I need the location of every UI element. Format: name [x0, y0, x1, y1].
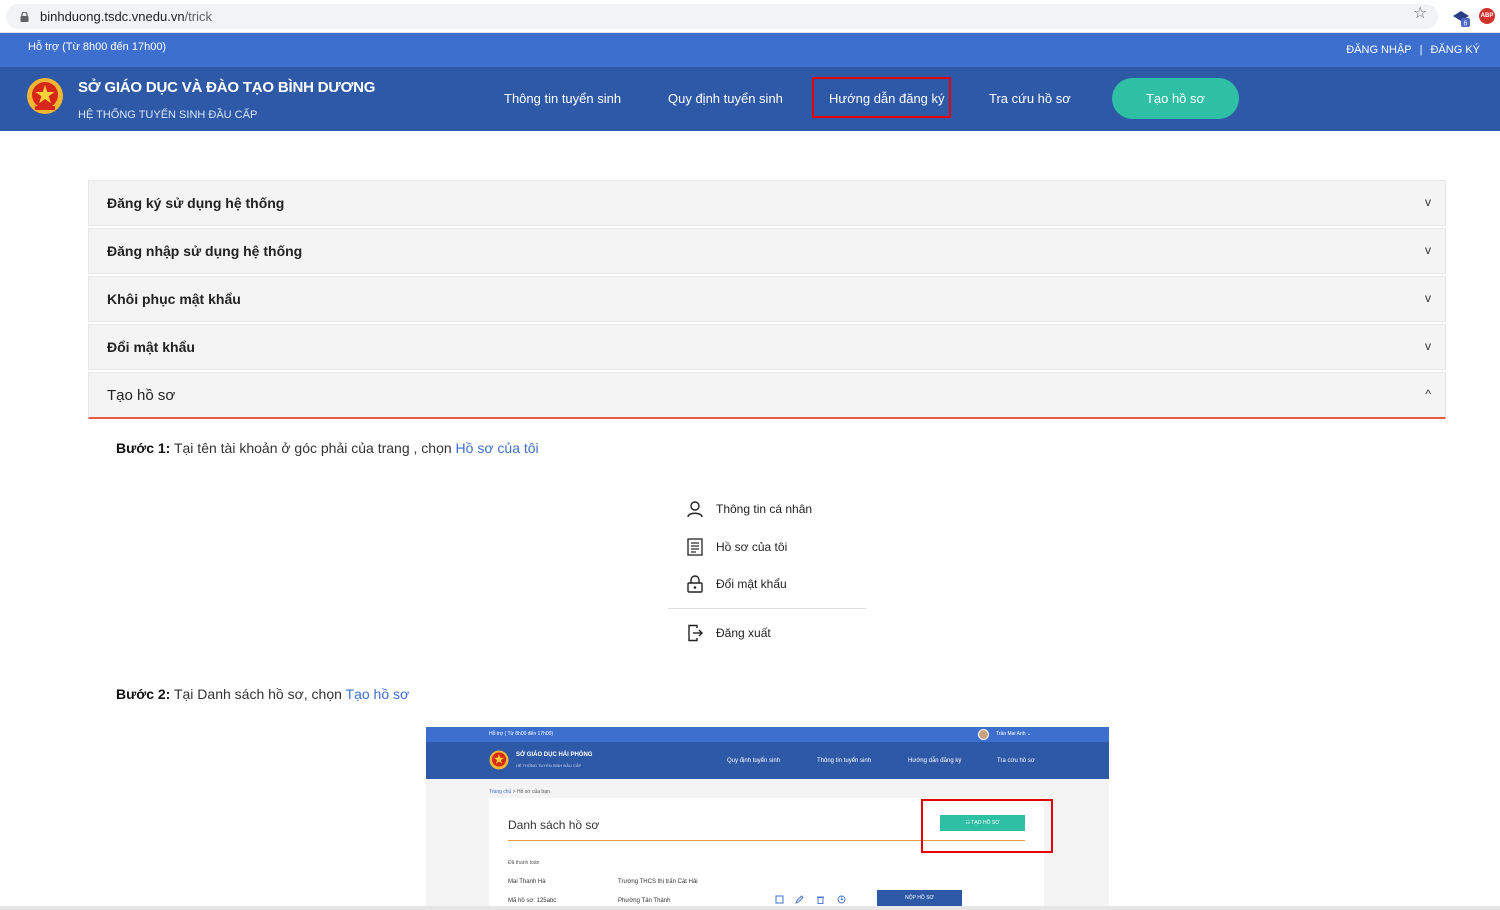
- menu-label: Thông tin cá nhân: [716, 502, 813, 516]
- trash-icon: [817, 896, 824, 904]
- embedded-student-name: Mai Thanh Hà: [508, 879, 546, 885]
- history-icon: [837, 895, 846, 904]
- nav-admission-info[interactable]: Thông tin tuyển sinh: [504, 91, 621, 106]
- avatar: [978, 729, 989, 740]
- step-1-text: Tại tên tài khoản ở góc phải của trang ,…: [170, 440, 456, 456]
- step-2-text: Tại Danh sách hồ sơ, chọn: [170, 686, 346, 702]
- logout-icon: [688, 624, 703, 642]
- breadcrumb-current: Hồ sơ của bạn: [517, 789, 550, 795]
- url-path: /trick: [184, 9, 213, 24]
- chevron-down-icon: v: [1425, 339, 1431, 353]
- accordion-title: Khôi phục mật khẩu: [107, 291, 241, 307]
- scan-icon: [775, 895, 784, 904]
- auth-separator: |: [1419, 44, 1423, 56]
- support-bar: Hỗ trợ (Từ 8h00 đến 17h00) ĐĂNG NHẬP | ĐĂN…: [0, 33, 1500, 67]
- accordion-title: Đổi mật khẩu: [107, 339, 195, 355]
- lock-icon: [20, 12, 29, 22]
- chevron-down-icon: v: [1425, 243, 1431, 257]
- user-icon: [687, 501, 703, 518]
- auth-links: ĐĂNG NHẬP | ĐĂNG KÝ: [1346, 44, 1480, 56]
- breadcrumb: Trang chủ > Hồ sơ của bạn: [489, 789, 550, 795]
- accordion-login[interactable]: Đăng nhập sử dụng hệ thống v: [88, 228, 1446, 274]
- scrollbar-track[interactable]: [0, 906, 1500, 910]
- chevron-down-icon: v: [1425, 291, 1431, 305]
- system-name: HỆ THỐNG TUYỂN SINH ĐẦU CẤP: [78, 109, 258, 121]
- browser-toolbar: binhduong.tsdc.vnedu.vn/trick ☆ 6 ABP: [0, 0, 1500, 33]
- site-header: SỞ GIÁO DỤC VÀ ĐÀO TẠO BÌNH DƯƠNG HỆ THỐ…: [0, 67, 1500, 131]
- menu-label: Đăng xuất: [716, 626, 771, 640]
- support-hours: Hỗ trợ (Từ 8h00 đến 17h00): [28, 41, 167, 53]
- accordion-register[interactable]: Đăng ký sử dụng hệ thống v: [88, 180, 1446, 226]
- step-1: Bước 1: Tại tên tài khoản ở góc phải của…: [116, 440, 539, 456]
- embedded-school: Trường THCS thị trấn Cát Hải: [618, 879, 698, 885]
- login-link[interactable]: ĐĂNG NHẬP: [1346, 44, 1411, 56]
- create-profile-link[interactable]: Tạo hồ sơ: [346, 686, 410, 702]
- my-profile-link[interactable]: Hồ sơ của tôi: [456, 440, 539, 456]
- step-2-label: Bước 2:: [116, 686, 171, 702]
- menu-divider: [668, 608, 866, 609]
- chevron-up-icon: ^: [1425, 387, 1431, 401]
- embedded-submit-button: NỘP HỒ SƠ: [877, 890, 962, 906]
- nav-registration-guide[interactable]: Hướng dẫn đăng ký: [829, 91, 945, 106]
- breadcrumb-home: Trang chủ: [489, 789, 512, 795]
- url-host: binhduong.tsdc.vnedu.vn: [40, 9, 185, 24]
- national-emblem-icon: [489, 750, 509, 770]
- url-text: binhduong.tsdc.vnedu.vn/trick: [40, 9, 212, 24]
- embedded-ward: Phường Tân Thành: [618, 898, 671, 904]
- accordion-recover-password[interactable]: Khôi phục mật khẩu v: [88, 276, 1446, 322]
- menu-label: Đổi mật khẩu: [716, 577, 787, 591]
- menu-label: Hồ sơ của tôi: [716, 540, 788, 554]
- embedded-header: SỞ GIÁO DỤC HẢI PHÒNG HỆ THỐNG TUYỂN SIN…: [426, 742, 1109, 779]
- step-1-label: Bước 1:: [116, 440, 171, 456]
- embedded-nav-item: Hướng dẫn đăng ký: [908, 758, 962, 764]
- bookmark-star-icon[interactable]: ☆: [1413, 3, 1427, 23]
- accordion-title: Tạo hồ sơ: [107, 387, 176, 404]
- document-list-icon: [687, 538, 703, 556]
- create-profile-button[interactable]: Tạo hồ sơ: [1112, 78, 1239, 119]
- highlight-box: [921, 799, 1053, 853]
- extension-icon[interactable]: 6: [1451, 8, 1471, 28]
- embedded-nav-item: Tra cứu hồ sơ: [997, 758, 1035, 764]
- adblock-icon[interactable]: ABP: [1479, 8, 1495, 24]
- embedded-status: Đã thanh toán: [508, 860, 540, 866]
- embedded-list-title: Danh sách hồ sơ: [508, 818, 600, 832]
- accordion-title: Đăng ký sử dụng hệ thống: [107, 195, 285, 211]
- org-name: SỞ GIÁO DỤC VÀ ĐÀO TẠO BÌNH DƯƠNG: [78, 79, 376, 96]
- national-emblem-icon[interactable]: [26, 77, 64, 115]
- embedded-nav-item: Quy định tuyển sinh: [727, 758, 781, 764]
- accordion-title: Đăng nhập sử dụng hệ thống: [107, 243, 303, 259]
- chevron-down-icon: v: [1425, 195, 1431, 209]
- nav-lookup-profile[interactable]: Tra cứu hồ sơ: [989, 91, 1071, 106]
- accordion-create-profile[interactable]: Tạo hồ sơ ^: [88, 372, 1446, 419]
- embedded-user-name: Trần Mai Anh ⌄: [996, 731, 1032, 737]
- embedded-org-name: SỞ GIÁO DỤC HẢI PHÒNG: [516, 752, 593, 758]
- embedded-support-bar: Hỗ trợ ( Từ 8h00 đến 17h00) Trần Mai Anh…: [426, 727, 1109, 742]
- register-link[interactable]: ĐĂNG KÝ: [1430, 44, 1480, 56]
- accordion-change-password[interactable]: Đổi mật khẩu v: [88, 324, 1446, 370]
- extension-badge: 6: [1464, 21, 1468, 28]
- embedded-file-code: Mã hồ sơ: 125abc: [508, 898, 557, 904]
- lock-icon: [687, 575, 703, 593]
- nav-admission-rules[interactable]: Quy định tuyển sinh: [668, 91, 783, 106]
- address-bar[interactable]: binhduong.tsdc.vnedu.vn/trick: [6, 4, 1438, 29]
- edit-icon: [795, 895, 804, 904]
- embedded-support-hours: Hỗ trợ ( Từ 8h00 đến 17h00): [489, 731, 554, 737]
- embedded-system-name: HỆ THỐNG TUYỂN SINH ĐẦU CẤP: [516, 763, 582, 768]
- embedded-nav-item: Thông tin tuyển sinh: [817, 758, 872, 764]
- step-2: Bước 2: Tại Danh sách hồ sơ, chọn Tạo hồ…: [116, 686, 409, 702]
